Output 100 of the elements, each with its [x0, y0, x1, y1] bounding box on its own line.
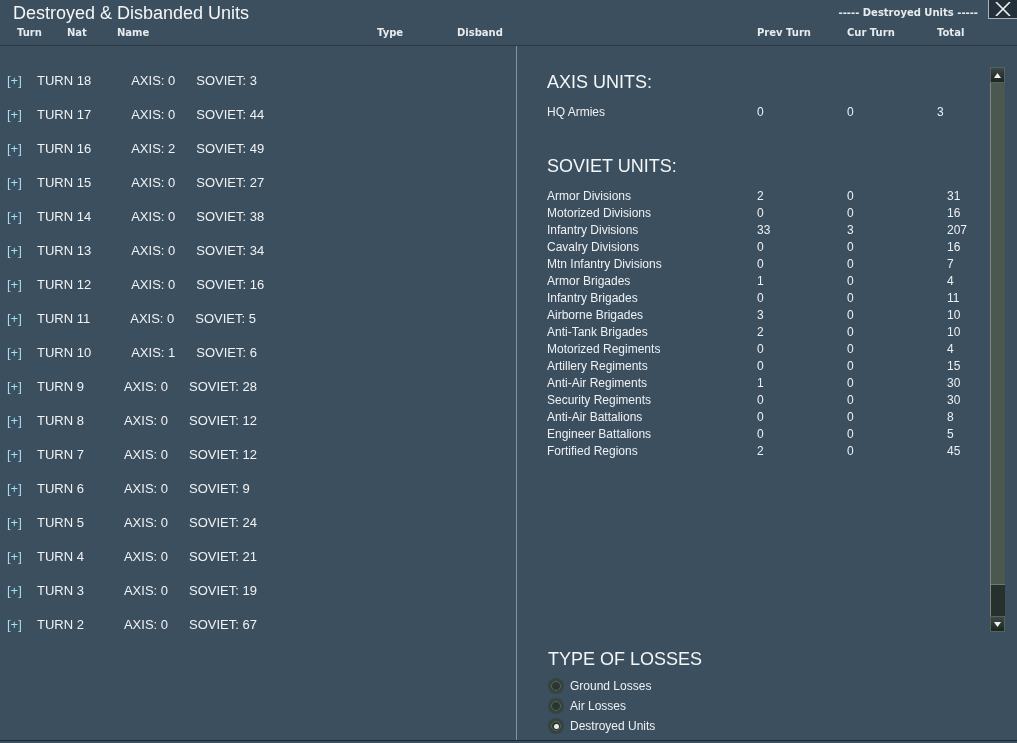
prev-turn-cell-text: 0 — [757, 341, 765, 358]
unit-name: Artillery Regiments — [547, 358, 649, 375]
total-cell-text: 15 — [947, 358, 962, 375]
expand-toggle[interactable]: [+] — [7, 514, 37, 530]
unit-name: Motorized Divisions — [547, 205, 653, 222]
total-cell-text: 3 — [937, 104, 945, 121]
option-label[interactable]: Ground Losses — [570, 679, 652, 693]
expand-toggle[interactable]: [+] — [7, 480, 37, 496]
expand-toggle[interactable]: [+] — [7, 310, 37, 326]
soviet-count: SOVIET: 24 — [189, 514, 257, 530]
cur-turn-cell-text: 0 — [847, 205, 855, 222]
cur-turn-cell-text: 0 — [847, 324, 855, 341]
unit-name: Security Regiments — [547, 392, 653, 409]
prev-turn-cell-text: 2 — [757, 324, 765, 341]
prev-turn-cell-text: 1 — [757, 273, 765, 290]
turn-label: TURN 10 — [37, 344, 92, 360]
expand-toggle[interactable]: [+] — [7, 242, 37, 258]
cur-turn-cell-text: 0 — [847, 273, 855, 290]
total-cell-text: 8 — [947, 409, 955, 426]
column-header: Cur Turn — [847, 27, 896, 40]
expand-toggle[interactable]: [+] — [7, 378, 37, 394]
soviet-count: SOVIET: 6 — [196, 344, 257, 360]
option-label[interactable]: Air Losses — [570, 699, 627, 713]
prev-turn-cell-text: 0 — [757, 358, 765, 375]
turn-label: TURN 15 — [37, 174, 92, 190]
scroll-down-button[interactable] — [990, 616, 1005, 632]
axis-count: AXIS: 0 — [123, 616, 169, 632]
expand-toggle[interactable]: [+] — [7, 616, 37, 632]
axis-count: AXIS: 0 — [131, 106, 176, 122]
total-cell-text: 11 — [947, 290, 961, 307]
unit-name: Infantry Divisions — [547, 222, 640, 239]
expand-toggle[interactable]: [+] — [7, 582, 37, 598]
turn-label: TURN 14 — [37, 208, 92, 224]
radio-button[interactable] — [548, 698, 564, 714]
turn-label: TURN 13 — [37, 242, 92, 258]
prev-turn-cell-text: 0 — [757, 205, 765, 222]
total-cell-text: 10 — [947, 324, 962, 341]
column-header: Disband — [457, 27, 504, 40]
cur-turn-cell-text: 0 — [847, 256, 855, 273]
prev-turn-cell-text: 33 — [757, 222, 772, 239]
close-button[interactable] — [988, 0, 1017, 19]
cur-turn-cell-text: 0 — [847, 392, 855, 409]
window-title: Destroyed & Disbanded Units — [13, 2, 250, 24]
expand-toggle[interactable]: [+] — [7, 344, 37, 360]
scroll-up-button[interactable] — [990, 67, 1005, 83]
prev-turn-cell-text: 0 — [757, 104, 765, 121]
prev-turn-cell-text: 0 — [757, 392, 765, 409]
expand-toggle[interactable]: [+] — [7, 548, 37, 564]
unit-name: Anti-Air Regiments — [547, 375, 649, 392]
turn-label: TURN 12 — [37, 276, 92, 292]
expand-toggle[interactable]: [+] — [7, 412, 37, 428]
section-heading: SOVIET UNITS: — [547, 155, 678, 177]
turn-label: TURN 16 — [37, 140, 92, 156]
soviet-count: SOVIET: 38 — [196, 208, 265, 224]
turn-label: TURN 5 — [37, 514, 84, 530]
soviet-count: SOVIET: 67 — [189, 616, 257, 632]
unit-name: Infantry Brigades — [547, 290, 639, 307]
section-heading: AXIS UNITS: — [547, 71, 654, 93]
soviet-count: SOVIET: 5 — [195, 310, 256, 326]
radio-button[interactable] — [548, 678, 564, 694]
expand-toggle[interactable]: [+] — [7, 174, 37, 190]
column-header: Nat — [67, 27, 88, 40]
cur-turn-cell-text: 0 — [847, 409, 855, 426]
soviet-count: SOVIET: 12 — [189, 446, 257, 462]
turn-label: TURN 4 — [37, 548, 84, 564]
soviet-count: SOVIET: 34 — [196, 242, 265, 258]
cur-turn-cell-text: 0 — [847, 426, 855, 443]
expand-toggle[interactable]: [+] — [7, 140, 37, 156]
cur-turn-cell-text: 0 — [847, 375, 855, 392]
turn-label: TURN 2 — [37, 616, 84, 632]
cur-turn-cell-text: 3 — [847, 222, 855, 239]
triangle-up-icon — [994, 72, 1001, 78]
soviet-count: SOVIET: 9 — [189, 480, 250, 496]
unit-name: Engineer Battalions — [547, 426, 653, 443]
axis-count: AXIS: 0 — [123, 412, 169, 428]
column-header: Name — [117, 27, 151, 40]
turn-label: TURN 8 — [37, 412, 84, 428]
turn-label: TURN 9 — [37, 378, 84, 394]
section-heading: TYPE OF LOSSES — [548, 648, 704, 670]
total-cell-text: 16 — [947, 205, 962, 222]
prev-turn-cell-text: 2 — [757, 188, 765, 205]
expand-toggle[interactable]: [+] — [7, 276, 37, 292]
axis-count: AXIS: 0 — [123, 378, 169, 394]
cur-turn-cell-text: 0 — [847, 239, 855, 256]
option-label[interactable]: Destroyed Units — [570, 719, 656, 733]
prev-turn-cell-text: 0 — [757, 239, 765, 256]
cur-turn-cell-text: 0 — [847, 104, 855, 121]
prev-turn-cell-text: 2 — [757, 443, 765, 460]
unit-name: Fortified Regions — [547, 443, 639, 460]
turn-label: TURN 18 — [37, 72, 92, 88]
soviet-count: SOVIET: 44 — [196, 106, 265, 122]
panel-caption: ----- Destroyed Units ----- — [838, 7, 978, 19]
turn-label: TURN 6 — [37, 480, 84, 496]
expand-toggle[interactable]: [+] — [7, 106, 37, 122]
axis-count: AXIS: 0 — [123, 514, 169, 530]
expand-toggle[interactable]: [+] — [7, 72, 37, 88]
total-cell-text: 10 — [947, 307, 962, 324]
expand-toggle[interactable]: [+] — [7, 446, 37, 462]
radio-button[interactable] — [548, 718, 564, 734]
expand-toggle[interactable]: [+] — [7, 208, 37, 224]
